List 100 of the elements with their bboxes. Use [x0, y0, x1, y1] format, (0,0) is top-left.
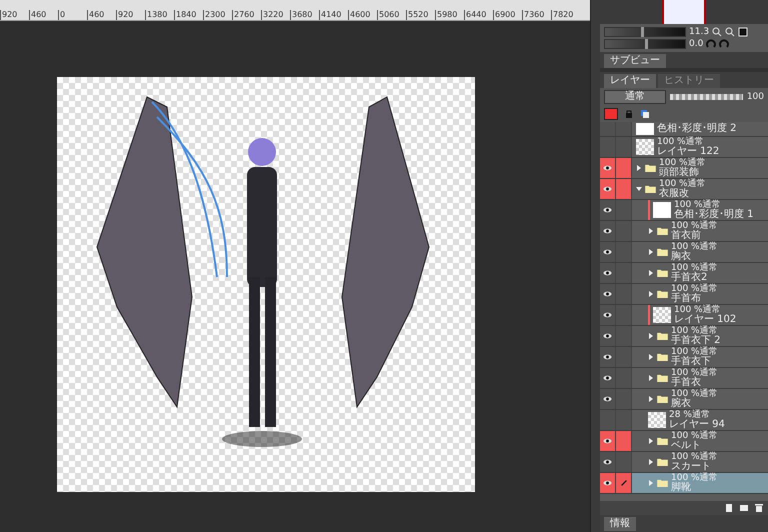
layer-row[interactable]: 100 %通常 首衣前 — [600, 221, 768, 242]
folder-icon — [645, 185, 656, 193]
eye-icon[interactable] — [603, 228, 612, 234]
eye-icon[interactable] — [603, 333, 612, 339]
zoom-value: 11.3 — [689, 27, 710, 37]
expand-toggle-icon[interactable] — [636, 186, 642, 192]
fit-icon[interactable] — [738, 27, 748, 37]
new-folder-icon[interactable] — [739, 503, 749, 513]
visibility-cell[interactable] — [600, 431, 616, 451]
visibility-cell[interactable] — [600, 242, 616, 262]
eye-icon[interactable] — [603, 186, 612, 192]
layer-name: 手首衣下 — [671, 357, 712, 367]
info-tab[interactable]: 情報 — [604, 517, 636, 531]
expand-toggle-icon[interactable] — [648, 270, 654, 276]
panel-tab[interactable]: レイヤー — [604, 74, 656, 88]
expand-toggle-icon[interactable] — [648, 438, 654, 444]
layer-row[interactable]: 100 %通常 ベルト — [600, 431, 768, 452]
ruler-label: 2760 — [232, 10, 261, 20]
layer-name: 首衣前 — [671, 231, 702, 241]
visibility-cell[interactable] — [600, 389, 616, 409]
visibility-cell[interactable] — [600, 122, 616, 136]
expand-toggle-icon[interactable] — [648, 228, 654, 234]
zoom-out-icon[interactable] — [712, 27, 722, 37]
layer-thumbnail — [653, 202, 671, 218]
ruler-label: 460 — [29, 10, 58, 20]
visibility-cell[interactable] — [600, 158, 616, 178]
layer-row[interactable]: 100 %通常 レイヤー 122 — [600, 137, 768, 158]
ruler-label: 3680 — [290, 10, 319, 20]
layer-name: ベルト — [671, 441, 702, 451]
eye-icon[interactable] — [603, 480, 612, 486]
expand-toggle-icon[interactable] — [648, 333, 654, 339]
layer-row[interactable]: 100 %通常 スカート — [600, 452, 768, 473]
expand-toggle-icon[interactable] — [648, 396, 654, 402]
ruler-label: 920 — [116, 10, 145, 20]
expand-toggle-icon[interactable] — [648, 375, 654, 381]
layer-blend-label: 100 %通常 — [671, 473, 718, 483]
opacity-value: 100 — [746, 92, 764, 102]
eye-icon[interactable] — [603, 312, 612, 318]
expand-toggle-icon[interactable] — [636, 165, 642, 171]
panel-tab[interactable]: ヒストリー — [658, 74, 720, 88]
eye-icon[interactable] — [603, 249, 612, 255]
layer-row[interactable]: 100 %通常 腕衣 — [600, 389, 768, 410]
expand-toggle-icon[interactable] — [648, 291, 654, 297]
eye-icon[interactable] — [603, 438, 612, 444]
eye-icon[interactable] — [603, 291, 612, 297]
layer-row[interactable]: 100 %通常 手首衣下 — [600, 347, 768, 368]
lock-icon[interactable] — [624, 109, 634, 119]
visibility-cell[interactable] — [600, 452, 616, 472]
trash-icon[interactable] — [754, 503, 764, 513]
visibility-cell[interactable] — [600, 410, 616, 430]
eye-icon[interactable] — [603, 270, 612, 276]
expand-toggle-icon[interactable] — [648, 249, 654, 255]
visibility-cell[interactable] — [600, 473, 616, 493]
zoom-in-icon[interactable] — [725, 27, 736, 37]
visibility-cell[interactable] — [600, 179, 616, 199]
visibility-cell[interactable] — [600, 284, 616, 304]
eye-icon[interactable] — [603, 375, 612, 381]
layers-icon[interactable] — [640, 109, 650, 119]
ruler-label: 1380 — [145, 10, 174, 20]
expand-toggle-icon[interactable] — [648, 459, 654, 465]
layer-blend-label: 100 %通常 — [671, 431, 718, 441]
rotate-slider-thumb[interactable] — [645, 39, 648, 49]
layer-row[interactable]: 28 %通常 レイヤー 94 — [600, 410, 768, 431]
visibility-cell[interactable] — [600, 326, 616, 346]
expand-toggle-icon[interactable] — [648, 354, 654, 360]
blend-mode-dropdown[interactable]: 通常 — [604, 90, 666, 104]
new-layer-icon[interactable] — [724, 503, 734, 513]
eye-icon[interactable] — [603, 396, 612, 402]
rotate-right-icon[interactable] — [719, 39, 730, 49]
expand-toggle-icon[interactable] — [648, 480, 654, 486]
layer-row[interactable]: 100 %通常 色相･彩度･明度 1 — [600, 200, 768, 221]
layer-row[interactable]: 100 %通常 手首衣2 — [600, 263, 768, 284]
rotate-left-icon[interactable] — [706, 39, 716, 49]
visibility-cell[interactable] — [600, 347, 616, 367]
layer-row[interactable]: 100 %通常 胸衣 — [600, 242, 768, 263]
scrollbar[interactable] — [590, 0, 600, 532]
color-swatch[interactable] — [604, 108, 618, 120]
layer-blend-label: 100 %通常 — [671, 347, 718, 357]
layer-row[interactable]: 色相･彩度･明度 2 — [600, 122, 768, 137]
visibility-cell[interactable] — [600, 305, 616, 325]
opacity-slider[interactable] — [670, 94, 743, 100]
layer-row[interactable]: 100 %通常 頭部装飾 — [600, 158, 768, 179]
zoom-slider-thumb[interactable] — [641, 27, 644, 37]
visibility-cell[interactable] — [600, 368, 616, 388]
eye-icon[interactable] — [603, 165, 612, 171]
eye-icon[interactable] — [603, 207, 612, 213]
visibility-cell[interactable] — [600, 200, 616, 220]
layer-blend-label: 100 %通常 — [671, 368, 718, 378]
eye-icon[interactable] — [603, 459, 612, 465]
visibility-cell[interactable] — [600, 263, 616, 283]
visibility-cell[interactable] — [600, 137, 616, 157]
visibility-cell[interactable] — [600, 221, 616, 241]
layer-thumbnail — [648, 412, 666, 428]
layer-row[interactable]: 100 %通常 衣服改 — [600, 179, 768, 200]
subview-tab[interactable]: サブビュー — [604, 54, 666, 68]
layer-row[interactable]: 100 %通常 手首衣下 2 — [600, 326, 768, 347]
eye-icon[interactable] — [603, 354, 612, 360]
layer-row[interactable]: 100 %通常 レイヤー 102 — [600, 305, 768, 326]
layer-row[interactable]: 100 %通常 手首衣 — [600, 368, 768, 389]
layer-row[interactable]: 100 %通常 手首布 — [600, 284, 768, 305]
